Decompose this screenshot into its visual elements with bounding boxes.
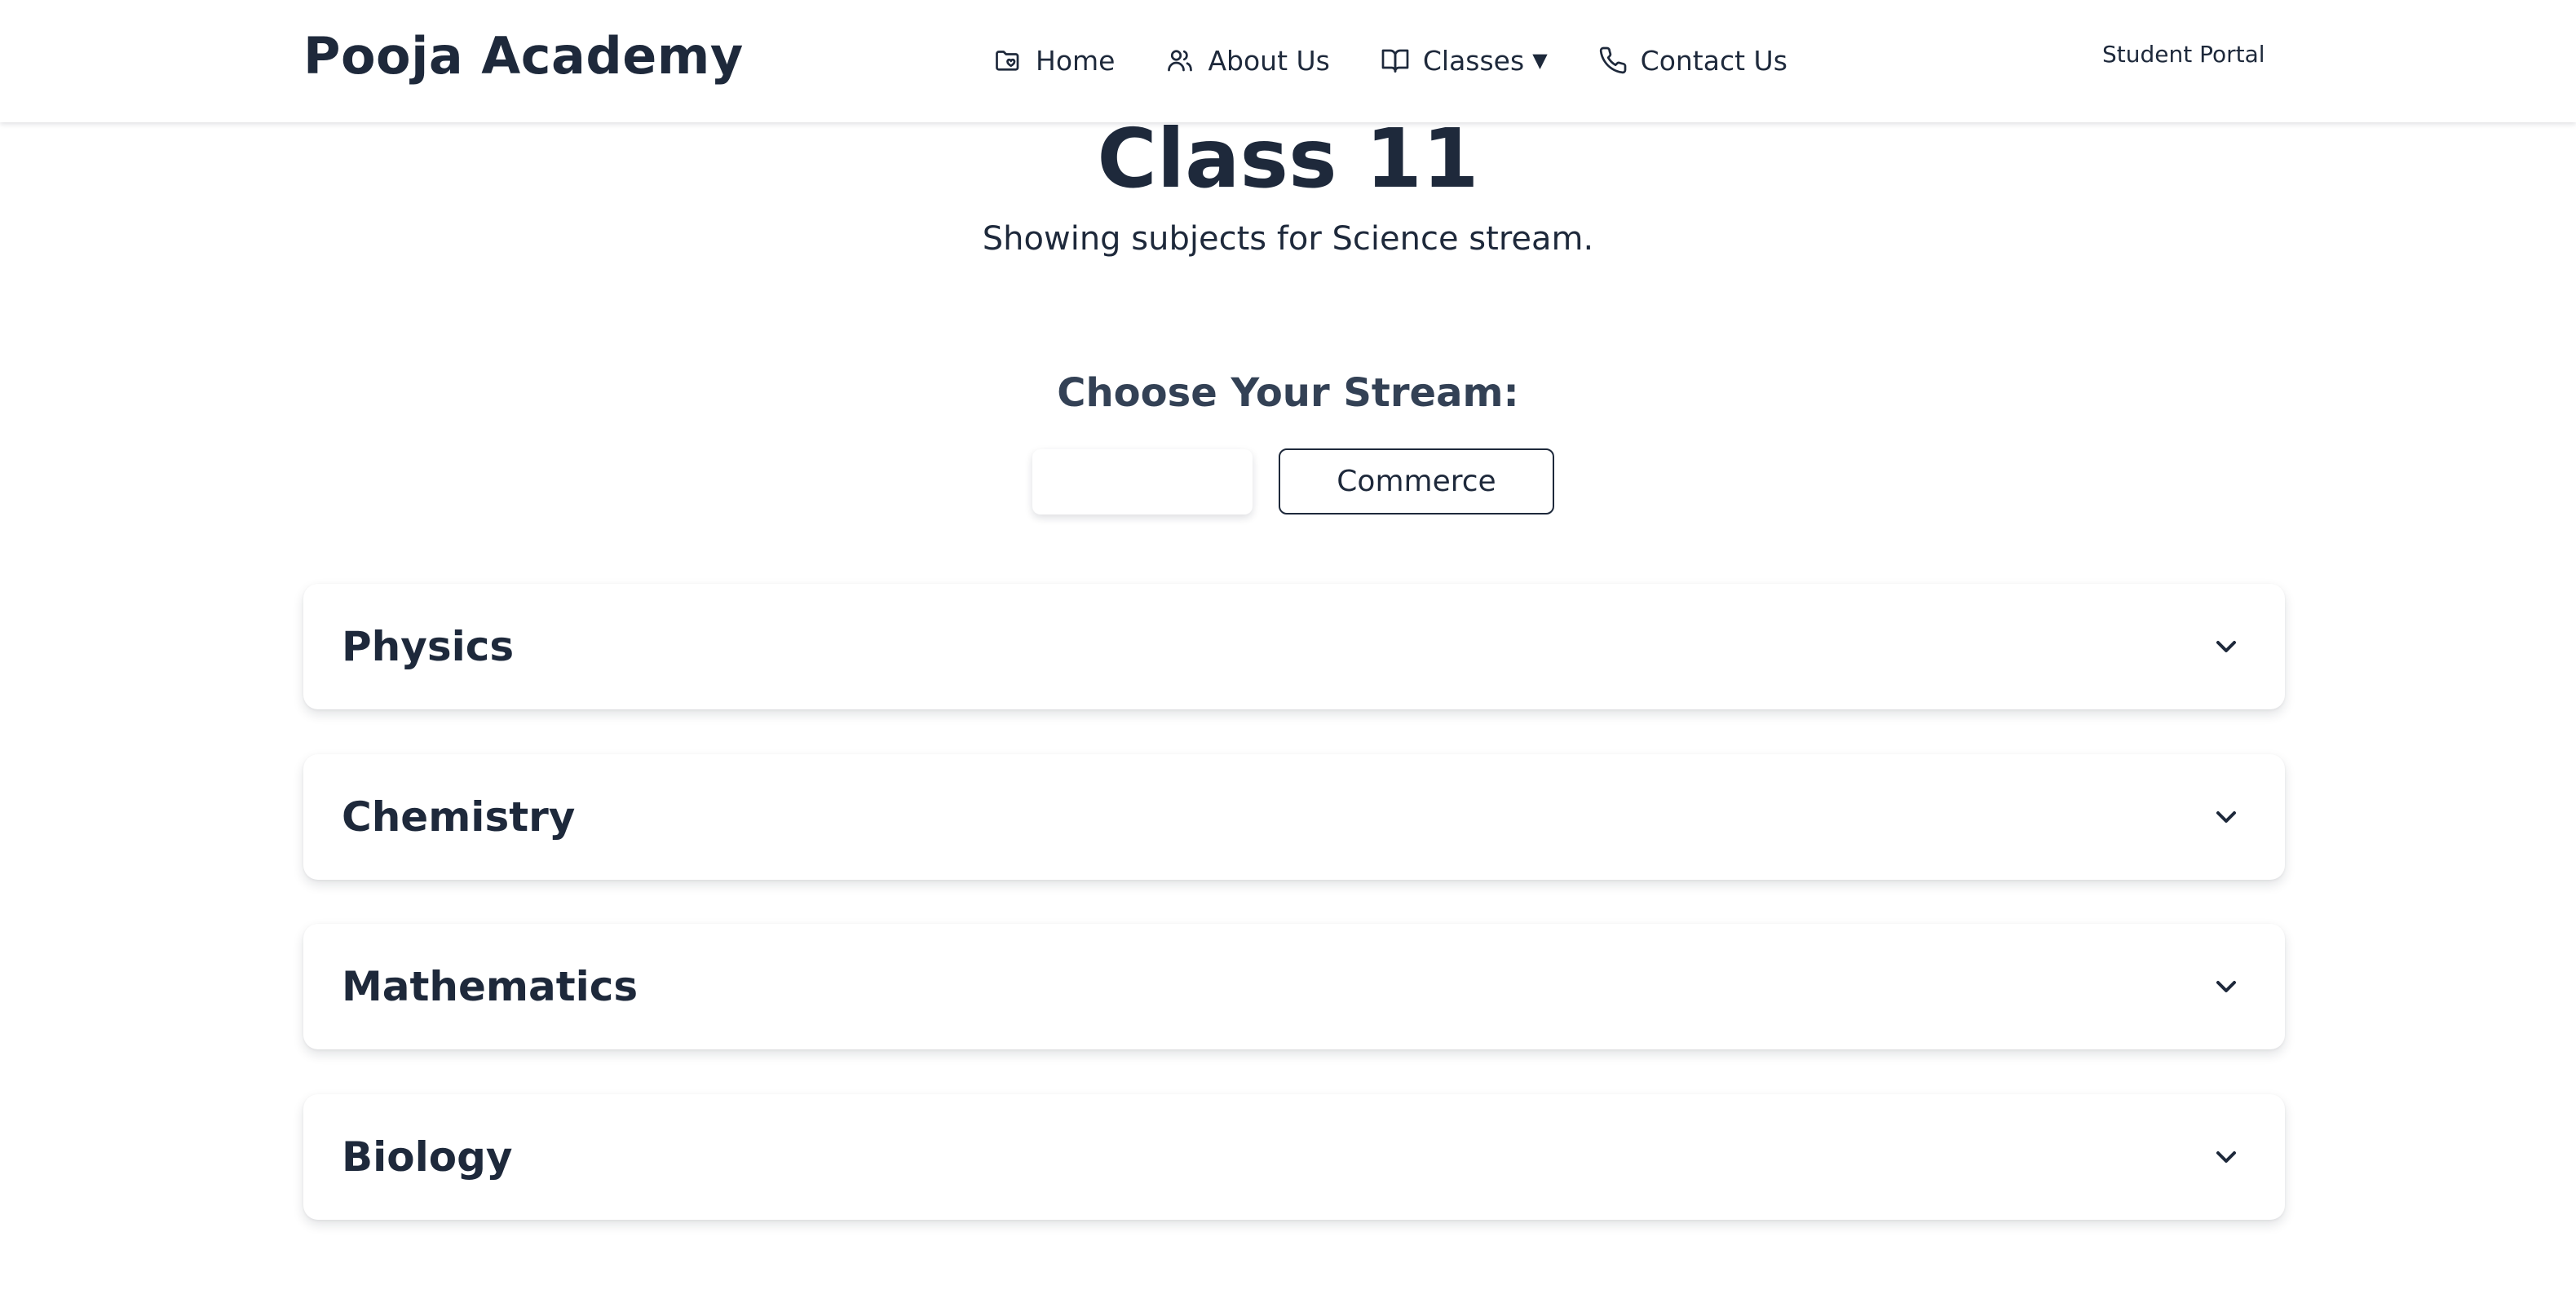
book-open-icon xyxy=(1381,46,1410,75)
users-icon xyxy=(1165,46,1195,75)
nav-item-label: Home xyxy=(1036,44,1116,77)
page-title: Class 11 xyxy=(1097,111,1479,206)
nav-item-label: Classes xyxy=(1422,44,1525,77)
commerce-stream-button[interactable]: Commerce xyxy=(1279,448,1554,515)
nav-item-label: Contact Us xyxy=(1640,44,1787,77)
page-subtitle: Showing subjects for Science stream. xyxy=(982,220,1594,258)
nav-item-home[interactable]: Home xyxy=(993,45,1115,77)
stream-heading: Choose Your Stream: xyxy=(1057,370,1519,416)
subject-name: Chemistry xyxy=(342,793,576,841)
chevron-down-icon[interactable] xyxy=(2210,630,2242,663)
subject-card-biology[interactable]: Biology xyxy=(303,1094,2285,1220)
subject-card-chemistry[interactable]: Chemistry xyxy=(303,754,2285,880)
site-header: Pooja Academy Home About Us Classes ▼ Co… xyxy=(0,0,2576,122)
main-nav: Home About Us Classes ▼ Contact Us xyxy=(993,36,1838,85)
nav-item-label: About Us xyxy=(1208,44,1330,77)
caret-down-icon: ▼ xyxy=(1532,49,1548,72)
subject-card-mathematics[interactable]: Mathematics xyxy=(303,924,2285,1049)
nav-item-about[interactable]: About Us xyxy=(1165,44,1330,77)
student-portal-link[interactable]: Student Portal xyxy=(2102,41,2265,68)
chevron-down-icon[interactable] xyxy=(2210,970,2242,1003)
nav-item-classes[interactable]: Classes ▼ xyxy=(1381,45,1548,77)
science-stream-button[interactable]: Science xyxy=(1032,449,1253,515)
subject-name: Physics xyxy=(342,623,515,670)
chevron-down-icon[interactable] xyxy=(2210,801,2242,833)
subject-name: Mathematics xyxy=(342,963,638,1010)
phone-icon xyxy=(1598,46,1628,75)
home-icon xyxy=(993,46,1023,75)
subject-card-physics[interactable]: Physics xyxy=(303,584,2285,709)
nav-item-contact[interactable]: Contact Us xyxy=(1598,45,1787,77)
chevron-down-icon[interactable] xyxy=(2210,1141,2242,1173)
subject-name: Biology xyxy=(342,1133,513,1181)
site-logo[interactable]: Pooja Academy xyxy=(303,26,744,86)
